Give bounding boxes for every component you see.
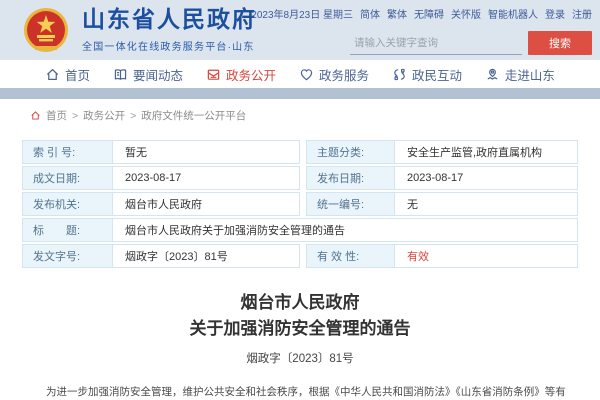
nav-item-interaction[interactable]: 政民互动 xyxy=(392,65,462,84)
main-nav: 首页 要闻动态 政务公开 政务服务 政民互动 走进山东 xyxy=(0,60,600,88)
table-row: 标 题: 烟台市人民政府关于加强消防安全管理的通告 xyxy=(22,218,578,242)
site-brand: 山东省人民政府 全国一体化在线政务服务平台·山东 xyxy=(82,7,257,52)
field-label-unified-no: 统一编号: xyxy=(307,193,395,215)
link-care-mode[interactable]: 关怀版 xyxy=(451,6,481,21)
table-row: 发布机关: 烟台市人民政府 统一编号: 无 xyxy=(22,192,578,216)
nav-item-gov-services[interactable]: 政务服务 xyxy=(299,65,369,84)
site-title: 山东省人民政府 xyxy=(82,7,257,32)
breadcrumb-home[interactable]: 首页 xyxy=(46,108,67,123)
search-button[interactable]: 搜索 xyxy=(528,31,592,55)
breadcrumb-gov-disclosure[interactable]: 政务公开 xyxy=(83,108,125,123)
national-emblem-icon xyxy=(22,6,70,54)
date-text: 2023年8月23日 星期三 xyxy=(251,6,353,21)
breadcrumb-separator: > xyxy=(72,110,78,122)
field-value-doc-no: 烟政字〔2023〕81号 xyxy=(113,245,299,267)
site-subtitle: 全国一体化在线政务服务平台·山东 xyxy=(82,38,257,53)
document-meta-table: 索 引 号: 暂无 主题分类: 安全生产监管,政府直属机构 成文日期: 2023… xyxy=(22,140,578,268)
field-label-title: 标 题: xyxy=(23,219,113,241)
field-value-unified-no: 无 xyxy=(395,193,577,215)
table-row: 索 引 号: 暂无 主题分类: 安全生产监管,政府直属机构 xyxy=(22,140,578,164)
link-traditional[interactable]: 繁体 xyxy=(387,6,407,21)
field-value-validity: 有效 xyxy=(395,245,577,267)
field-value-topic: 安全生产监管,政府直属机构 xyxy=(395,141,577,163)
field-value-title: 烟台市人民政府关于加强消防安全管理的通告 xyxy=(113,219,577,241)
nav-item-label: 政务服务 xyxy=(319,65,369,84)
field-value-publisher: 烟台市人民政府 xyxy=(113,193,299,215)
map-pin-icon xyxy=(485,67,500,82)
nav-item-news[interactable]: 要闻动态 xyxy=(113,65,183,84)
news-icon xyxy=(113,67,128,82)
field-label-validity: 有 效 性: xyxy=(307,245,395,267)
field-value-written-date: 2023-08-17 xyxy=(113,167,299,189)
field-label-doc-no: 发文字号: xyxy=(23,245,113,267)
field-label-index-no: 索 引 号: xyxy=(23,141,113,163)
nav-item-label: 要闻动态 xyxy=(133,65,183,84)
link-accessibility[interactable]: 无障碍 xyxy=(414,6,444,21)
document-number: 烟政字〔2023〕81号 xyxy=(22,350,578,366)
main-content: 首页 > 政务公开 > 政府文件统一公开平台 索 引 号: 暂无 主题分类: 安… xyxy=(0,99,600,400)
field-label-publish-date: 发布日期: xyxy=(307,167,395,189)
document-header: 烟台市人民政府 关于加强消防安全管理的通告 烟政字〔2023〕81号 xyxy=(22,290,578,366)
nav-item-label: 政务公开 xyxy=(226,65,276,84)
envelope-icon xyxy=(206,67,221,82)
field-value-publish-date: 2023-08-17 xyxy=(395,167,577,189)
nav-item-label: 政民互动 xyxy=(412,65,462,84)
nav-item-label: 首页 xyxy=(65,65,90,84)
document-title-line2: 关于加强消防安全管理的通告 xyxy=(22,316,578,342)
field-value-index-no: 暂无 xyxy=(113,141,299,163)
table-row: 成文日期: 2023-08-17 发布日期: 2023-08-17 xyxy=(22,166,578,190)
breadcrumb: 首页 > 政务公开 > 政府文件统一公开平台 xyxy=(22,108,578,123)
link-register[interactable]: 注册 xyxy=(572,6,592,21)
search-bar: 搜索 xyxy=(337,31,592,55)
search-input[interactable] xyxy=(350,31,522,55)
link-simplified[interactable]: 简体 xyxy=(360,6,380,21)
breadcrumb-platform[interactable]: 政府文件统一公开平台 xyxy=(141,108,246,123)
field-label-topic: 主题分类: xyxy=(307,141,395,163)
header-right: 2023年8月23日 星期三 简体 繁体 无障碍 关怀版 智能机器人 登录 注册… xyxy=(337,6,592,55)
document-title-line1: 烟台市人民政府 xyxy=(22,290,578,316)
breadcrumb-separator: > xyxy=(130,110,136,122)
table-row: 发文字号: 烟政字〔2023〕81号 有 效 性: 有效 xyxy=(22,244,578,268)
home-icon xyxy=(30,110,41,121)
site-header: 山东省人民政府 全国一体化在线政务服务平台·山东 2023年8月23日 星期三 … xyxy=(0,0,600,60)
nav-item-label: 走进山东 xyxy=(505,65,555,84)
link-login[interactable]: 登录 xyxy=(545,6,565,21)
link-robot[interactable]: 智能机器人 xyxy=(488,6,538,21)
nav-item-enter-shandong[interactable]: 走进山东 xyxy=(485,65,555,84)
home-icon xyxy=(45,67,60,82)
heart-icon xyxy=(299,67,314,82)
document-body-paragraph: 为进一步加强消防安全管理，维护公共安全和社会秩序，根据《中华人民共和国消防法》《… xyxy=(22,383,578,400)
divider-band xyxy=(0,88,600,99)
nav-item-gov-disclosure[interactable]: 政务公开 xyxy=(206,65,276,84)
nav-item-home[interactable]: 首页 xyxy=(45,65,90,84)
field-label-written-date: 成文日期: xyxy=(23,167,113,189)
field-label-publisher: 发布机关: xyxy=(23,193,113,215)
chat-icon xyxy=(392,67,407,82)
top-links: 2023年8月23日 星期三 简体 繁体 无障碍 关怀版 智能机器人 登录 注册 xyxy=(337,6,592,21)
